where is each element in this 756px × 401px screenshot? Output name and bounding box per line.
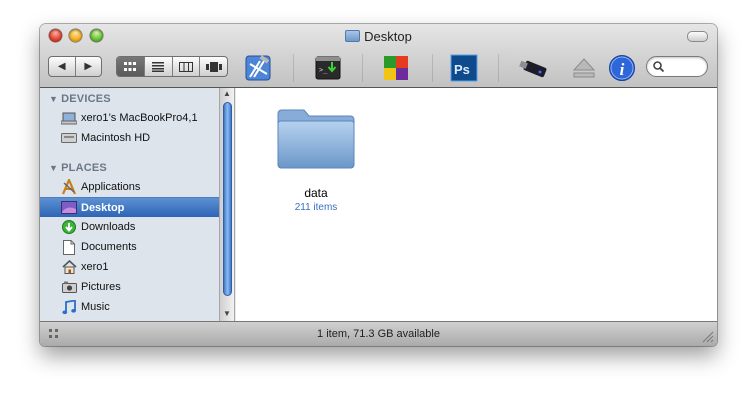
- terminal-icon[interactable]: >_: [313, 53, 343, 83]
- column-view-icon: [178, 61, 193, 72]
- back-button[interactable]: ◀: [49, 57, 75, 76]
- sidebar-item-label: Downloads: [81, 221, 136, 233]
- xcode-icon[interactable]: [243, 53, 273, 83]
- status-bar: 1 item, 71.3 GB available: [40, 321, 717, 346]
- toolbar-toggle-button[interactable]: [687, 31, 708, 42]
- disclosure-triangle-icon: ▼: [49, 163, 59, 173]
- file-browser-content: data 211 items: [236, 88, 717, 321]
- scroll-up-arrow-icon[interactable]: ▲: [220, 89, 234, 98]
- column-view-button[interactable]: [171, 57, 200, 76]
- scrollbar-thumb[interactable]: [223, 102, 232, 296]
- sidebar-item-label: Music: [81, 301, 110, 313]
- info-icon[interactable]: i: [607, 53, 637, 83]
- list-view-button[interactable]: [143, 57, 172, 76]
- eject-icon[interactable]: [569, 53, 599, 83]
- sidebar-item-label: xero1: [81, 261, 109, 273]
- usb-drive-icon[interactable]: [518, 53, 548, 83]
- disclosure-triangle-icon: ▼: [49, 94, 59, 104]
- scroll-down-arrow-icon[interactable]: ▼: [220, 309, 234, 318]
- photoshop-label: Ps: [454, 62, 470, 77]
- status-text: 1 item, 71.3 GB available: [317, 328, 440, 340]
- file-name: data: [304, 186, 328, 200]
- toolbar-separator: [293, 54, 294, 82]
- icon-view-button[interactable]: [117, 57, 144, 76]
- folder-icon: [345, 30, 361, 42]
- sidebar-item-desktop[interactable]: Desktop: [40, 197, 219, 217]
- sidebar-item-macintosh-hd[interactable]: Macintosh HD: [40, 128, 219, 148]
- info-label: i: [620, 60, 625, 79]
- search-icon: [653, 61, 664, 72]
- finder-window: Desktop ◀ ▶ >_ Ps i ▼ DEVICES xero1’s Ma…: [40, 24, 717, 346]
- sidebar-scrollbar[interactable]: ▲ ▼: [219, 88, 235, 321]
- sidebar-item-macbookpro[interactable]: xero1’s MacBookPro4,1: [40, 108, 219, 128]
- pictures-icon: [61, 279, 77, 295]
- places-header[interactable]: ▼ PLACES: [49, 162, 107, 174]
- window-resize-icon[interactable]: [702, 331, 714, 343]
- sidebar: ▼ DEVICES xero1’s MacBookPro4,1 Macintosh…: [40, 88, 220, 321]
- coverflow-view-button[interactable]: [199, 57, 227, 76]
- sidebar-item-label: Desktop: [81, 201, 125, 214]
- file-subtitle: 211 items: [294, 202, 338, 213]
- sidebar-item-documents[interactable]: Documents: [40, 237, 219, 257]
- devices-header[interactable]: ▼ DEVICES: [49, 93, 111, 105]
- title-bar: Desktop ◀ ▶ >_ Ps i: [40, 24, 717, 88]
- sidebar-item-pictures[interactable]: Pictures: [40, 277, 219, 297]
- nav-button-group: ◀ ▶: [48, 56, 102, 77]
- file-item-data[interactable]: data 211 items: [236, 88, 396, 223]
- sidebar-item-label: Documents: [81, 241, 137, 253]
- coverflow-view-icon: [205, 61, 222, 72]
- view-mode-group: [116, 56, 228, 77]
- documents-icon: [61, 239, 77, 255]
- sidebar-item-label: Pictures: [81, 281, 121, 293]
- window-title: Desktop: [364, 28, 412, 44]
- window-title-group: Desktop: [40, 27, 717, 45]
- sidebar-item-applications[interactable]: Applications: [40, 177, 219, 197]
- toolbar-separator: [432, 54, 433, 82]
- sidebar-item-music[interactable]: Music: [40, 297, 219, 317]
- sidebar-item-label: xero1’s MacBookPro4,1: [81, 112, 198, 124]
- sidebar-item-label: Applications: [81, 181, 141, 193]
- toolbar-separator: [498, 54, 499, 82]
- sidebar-item-label: Macintosh HD: [81, 132, 151, 144]
- folder-icon: [277, 109, 355, 169]
- music-icon: [61, 299, 77, 315]
- downloads-icon: [61, 219, 77, 235]
- toolbar-separator: [362, 54, 363, 82]
- applications-icon: [61, 179, 77, 195]
- search-field[interactable]: [646, 56, 708, 77]
- desktop-icon: [61, 200, 77, 216]
- home-icon: [61, 259, 77, 275]
- laptop-icon: [61, 110, 77, 126]
- grid-view-icon: [124, 61, 137, 71]
- colorful-app-icon[interactable]: [381, 53, 411, 83]
- sidebar-item-downloads[interactable]: Downloads: [40, 217, 219, 237]
- svg-text:>_: >_: [319, 66, 328, 74]
- forward-button[interactable]: ▶: [74, 57, 102, 76]
- photoshop-icon[interactable]: Ps: [449, 53, 479, 83]
- hard-drive-icon: [61, 130, 77, 146]
- list-view-icon: [152, 61, 165, 72]
- sidebar-item-home[interactable]: xero1: [40, 257, 219, 277]
